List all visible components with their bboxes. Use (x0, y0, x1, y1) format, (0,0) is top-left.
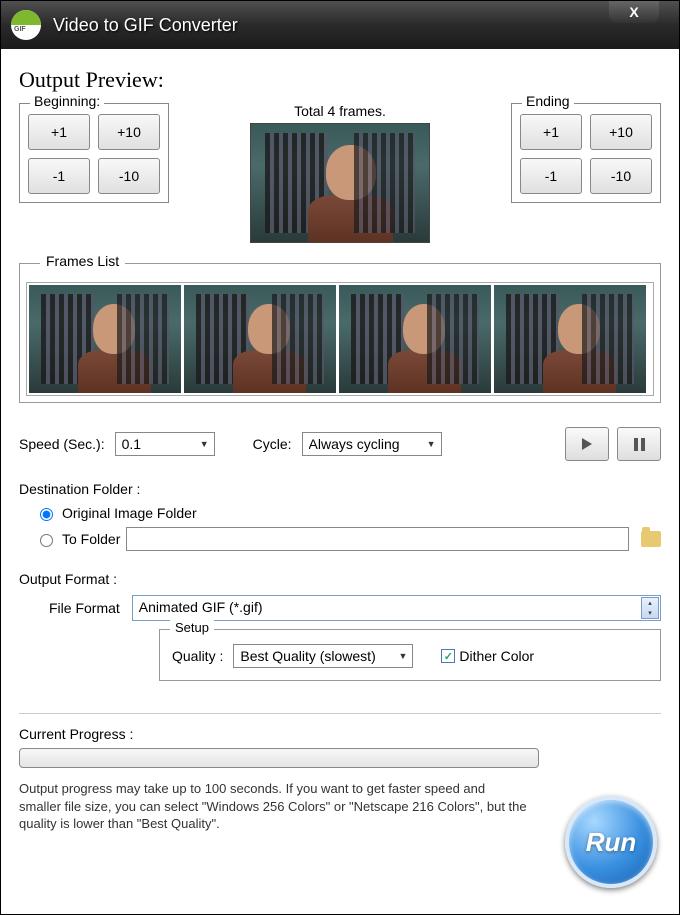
dither-checkbox[interactable]: ✓ (441, 649, 455, 663)
destination-folder-input[interactable] (126, 527, 629, 551)
progress-heading: Current Progress : (19, 726, 661, 742)
setup-group: Setup Quality : ✓ Dither Color (159, 629, 661, 681)
beginning-group: Beginning: +1 +10 -1 -10 (19, 103, 169, 203)
window-title: Video to GIF Converter (53, 15, 238, 36)
titlebar: Video to GIF Converter X (1, 1, 679, 49)
destination-original-radio[interactable] (40, 508, 53, 521)
file-format-value[interactable]: Animated GIF (*.gif) (132, 595, 661, 621)
total-frames-label: Total 4 frames. (250, 103, 430, 119)
file-format-select[interactable]: Animated GIF (*.gif) ▴▾ (132, 595, 661, 621)
close-button[interactable]: X (609, 1, 659, 23)
progress-hint: Output progress may take up to 100 secon… (19, 780, 529, 833)
destination-original-label: Original Image Folder (62, 505, 197, 521)
setup-label: Setup (170, 620, 214, 635)
content-area: Output Preview: Beginning: +1 +10 -1 -10… (1, 49, 679, 914)
output-preview-heading: Output Preview: (19, 67, 661, 93)
beginning-plus-10-button[interactable]: +10 (98, 114, 160, 150)
progress-section: Current Progress : Output progress may t… (19, 726, 661, 833)
frames-list-label: Frames List (40, 253, 125, 269)
destination-tofolder-radio[interactable] (40, 534, 53, 547)
preview-row: Beginning: +1 +10 -1 -10 Total 4 frames.… (19, 103, 661, 243)
ending-group: Ending +1 +10 -1 -10 (511, 103, 661, 203)
file-format-row: File Format Animated GIF (*.gif) ▴▾ (49, 595, 661, 621)
ending-minus-10-button[interactable]: -10 (590, 158, 652, 194)
destination-heading: Destination Folder : (19, 481, 661, 497)
preview-frame (250, 123, 430, 243)
ending-plus-10-button[interactable]: +10 (590, 114, 652, 150)
cycle-value[interactable] (302, 432, 442, 456)
output-format-heading: Output Format : (19, 571, 661, 587)
quality-select[interactable] (233, 644, 413, 668)
frame-thumbnail[interactable] (29, 285, 181, 393)
beginning-plus-1-button[interactable]: +1 (28, 114, 90, 150)
divider (19, 713, 661, 714)
center-preview: Total 4 frames. (250, 103, 430, 243)
frame-thumbnail[interactable] (184, 285, 336, 393)
pause-icon (634, 438, 645, 451)
play-button[interactable] (565, 427, 609, 461)
frames-row[interactable] (26, 282, 654, 396)
playback-controls-row: Speed (Sec.): Cycle: (19, 427, 661, 461)
beginning-label: Beginning: (30, 93, 104, 109)
beginning-minus-1-button[interactable]: -1 (28, 158, 90, 194)
destination-tofolder-label: To Folder (62, 531, 120, 547)
beginning-minus-10-button[interactable]: -10 (98, 158, 160, 194)
pause-button[interactable] (617, 427, 661, 461)
app-icon (11, 10, 41, 40)
browse-folder-icon[interactable] (641, 531, 661, 547)
cycle-select[interactable] (302, 432, 442, 456)
run-label: Run (586, 827, 637, 858)
dither-checkbox-row[interactable]: ✓ Dither Color (441, 648, 534, 664)
frame-thumbnail[interactable] (494, 285, 646, 393)
destination-section: Destination Folder : Original Image Fold… (19, 481, 661, 557)
speed-value[interactable] (115, 432, 215, 456)
quality-label: Quality : (172, 648, 223, 664)
dither-label: Dither Color (459, 648, 534, 664)
progress-bar (19, 748, 539, 768)
ending-minus-1-button[interactable]: -1 (520, 158, 582, 194)
speed-select[interactable] (115, 432, 215, 456)
quality-value[interactable] (233, 644, 413, 668)
play-icon (582, 438, 592, 450)
cycle-label: Cycle: (253, 436, 292, 452)
speed-label: Speed (Sec.): (19, 436, 105, 452)
close-icon: X (629, 4, 638, 20)
file-format-label: File Format (49, 600, 120, 616)
output-format-section: Output Format : File Format Animated GIF… (19, 571, 661, 681)
dropdown-spinner-icon[interactable]: ▴▾ (641, 597, 659, 619)
frames-list-group: Frames List (19, 263, 661, 403)
frame-thumbnail[interactable] (339, 285, 491, 393)
ending-plus-1-button[interactable]: +1 (520, 114, 582, 150)
app-window: Video to GIF Converter X Output Preview:… (0, 0, 680, 915)
ending-label: Ending (522, 93, 574, 109)
run-button[interactable]: Run (565, 796, 657, 888)
